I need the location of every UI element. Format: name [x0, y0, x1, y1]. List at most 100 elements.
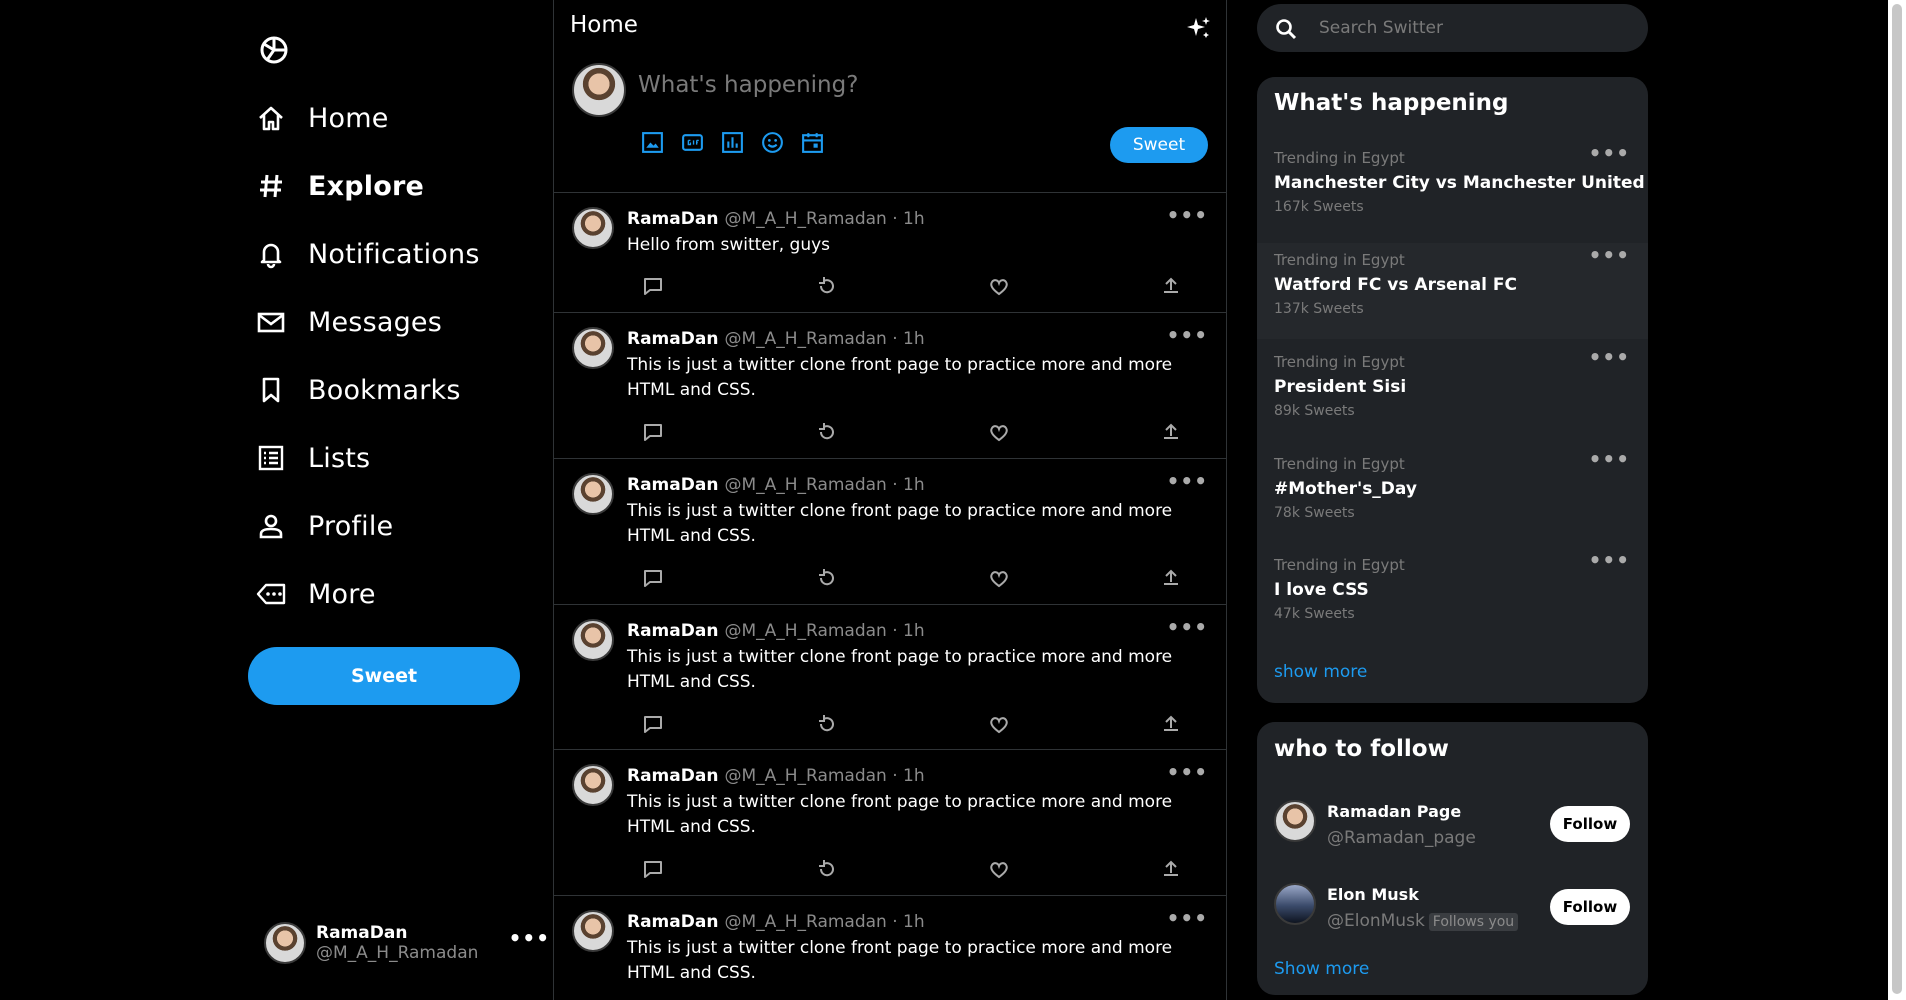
avatar[interactable] [572, 327, 614, 369]
avatar[interactable] [572, 473, 614, 515]
retweet-icon[interactable] [815, 567, 837, 589]
retweet-icon[interactable] [815, 421, 837, 443]
sparkle-icon[interactable] [1184, 14, 1212, 42]
like-icon[interactable] [988, 275, 1010, 297]
show-more-trends-link[interactable]: show more [1274, 662, 1367, 682]
poll-icon[interactable] [720, 130, 745, 155]
tweet[interactable]: RamaDan @M_A_H_Ramadan · 1h ••• This is jus… [554, 604, 1226, 749]
more-options-icon[interactable]: ••• [1589, 141, 1630, 165]
sidebar-item-profile[interactable]: Profile [256, 496, 393, 556]
share-icon[interactable] [1160, 567, 1182, 589]
reply-icon[interactable] [642, 421, 664, 443]
tweet-author-name[interactable]: RamaDan [627, 766, 718, 786]
avatar[interactable] [572, 619, 614, 661]
person-icon [259, 514, 283, 539]
more-icon [256, 583, 286, 605]
sidebar-item-explore[interactable]: Explore [256, 156, 424, 216]
scrollbar-thumb[interactable] [1892, 4, 1902, 994]
trend-item[interactable]: Trending in Egypt Manchester City vs Manc… [1257, 141, 1648, 237]
tweet[interactable]: RamaDan @M_A_H_Ramadan · 1h ••• Hello from … [554, 192, 1226, 312]
gif-icon[interactable] [680, 130, 705, 155]
share-icon[interactable] [1160, 421, 1182, 443]
tweet[interactable]: RamaDan @M_A_H_Ramadan · 1h ••• This is jus… [554, 895, 1226, 1000]
share-icon[interactable] [1160, 713, 1182, 735]
trend-topic: #Mother's_Day [1274, 479, 1417, 499]
tweet-actions [642, 421, 1202, 445]
tweet-time: · 1h [892, 766, 925, 786]
avatar[interactable] [572, 764, 614, 806]
trend-topic: I love CSS [1274, 580, 1369, 600]
more-options-icon[interactable]: ••• [509, 926, 550, 950]
search-icon [1276, 19, 1297, 40]
tweet-author-handle: @M_A_H_Ramadan [724, 329, 887, 349]
image-icon[interactable] [640, 130, 665, 155]
trend-item[interactable]: Trending in Egypt Watford FC vs Arsenal F… [1257, 243, 1648, 339]
reply-icon[interactable] [642, 567, 664, 589]
like-icon[interactable] [988, 713, 1010, 735]
account-switcher[interactable]: RamaDan @M_A_H_Ramadan ••• [264, 918, 549, 968]
follow-button[interactable]: Follow [1550, 889, 1630, 925]
tweet[interactable]: RamaDan @M_A_H_Ramadan · 1h ••• This is jus… [554, 312, 1226, 458]
more-options-icon[interactable]: ••• [1167, 760, 1208, 784]
retweet-icon[interactable] [815, 713, 837, 735]
trending-title: What's happening [1274, 90, 1509, 116]
sidebar-item-notifications[interactable]: Notifications [256, 224, 480, 284]
tweet-time: · 1h [892, 209, 925, 229]
like-icon[interactable] [988, 567, 1010, 589]
search-input[interactable] [1319, 18, 1619, 38]
retweet-icon[interactable] [815, 858, 837, 880]
page-title: Home [570, 12, 638, 38]
tweet-author-name[interactable]: RamaDan [627, 475, 718, 495]
avatar[interactable] [572, 207, 614, 249]
list-icon [258, 445, 284, 471]
sidebar-item-more[interactable]: More [256, 564, 376, 624]
sweet-button[interactable]: Sweet [248, 647, 520, 705]
reply-icon[interactable] [642, 858, 664, 880]
trend-topic: Watford FC vs Arsenal FC [1274, 275, 1518, 295]
show-more-follow-link[interactable]: Show more [1274, 959, 1369, 979]
tweet[interactable]: RamaDan @M_A_H_Ramadan · 1h ••• This is jus… [554, 749, 1226, 895]
logo-icon[interactable] [258, 34, 290, 66]
sidebar-item-bookmarks[interactable]: Bookmarks [256, 360, 461, 420]
share-icon[interactable] [1160, 858, 1182, 880]
trend-location: Trending in Egypt [1274, 556, 1405, 574]
more-options-icon[interactable]: ••• [1589, 345, 1630, 369]
follows-you-badge: Follows you [1428, 913, 1519, 931]
compose-input[interactable] [638, 72, 1198, 98]
more-options-icon[interactable]: ••• [1167, 906, 1208, 930]
reply-icon[interactable] [642, 713, 664, 735]
tweet-author-name[interactable]: RamaDan [627, 209, 718, 229]
share-icon[interactable] [1160, 275, 1182, 297]
tweet-author-name[interactable]: RamaDan [627, 912, 718, 932]
more-options-icon[interactable]: ••• [1167, 323, 1208, 347]
search-box[interactable] [1257, 4, 1648, 52]
like-icon[interactable] [988, 421, 1010, 443]
tweet[interactable]: RamaDan @M_A_H_Ramadan · 1h ••• This is jus… [554, 458, 1226, 604]
follow-button[interactable]: Follow [1550, 806, 1630, 842]
schedule-icon[interactable] [800, 130, 825, 155]
tweet-author-name[interactable]: RamaDan [627, 329, 718, 349]
more-options-icon[interactable]: ••• [1167, 615, 1208, 639]
compose-sweet-button[interactable]: Sweet [1110, 127, 1208, 163]
more-options-icon[interactable]: ••• [1589, 243, 1630, 267]
trend-item[interactable]: Trending in Egypt #Mother's_Day 78k Sweets… [1257, 447, 1648, 543]
tweet-actions [642, 567, 1202, 591]
reply-icon[interactable] [642, 275, 664, 297]
sidebar-item-messages[interactable]: Messages [256, 292, 442, 352]
follow-suggestion: Ramadan Page @Ramadan_page Follow [1257, 792, 1648, 862]
avatar[interactable] [572, 910, 614, 952]
trend-item[interactable]: Trending in Egypt I love CSS 47k Sweets ••• [1257, 548, 1648, 644]
tweet-time: · 1h [892, 329, 925, 349]
retweet-icon[interactable] [815, 275, 837, 297]
emoji-icon[interactable] [760, 130, 785, 155]
sidebar-item-lists[interactable]: Lists [256, 428, 370, 488]
more-options-icon[interactable]: ••• [1589, 548, 1630, 572]
tweet-author-name[interactable]: RamaDan [627, 621, 718, 641]
more-options-icon[interactable]: ••• [1589, 447, 1630, 471]
more-options-icon[interactable]: ••• [1167, 203, 1208, 227]
scrollbar[interactable] [1888, 0, 1906, 1000]
sidebar-item-home[interactable]: Home [256, 88, 389, 148]
trend-item[interactable]: Trending in Egypt President Sisi 89k Sweet… [1257, 345, 1648, 441]
more-options-icon[interactable]: ••• [1167, 469, 1208, 493]
like-icon[interactable] [988, 858, 1010, 880]
